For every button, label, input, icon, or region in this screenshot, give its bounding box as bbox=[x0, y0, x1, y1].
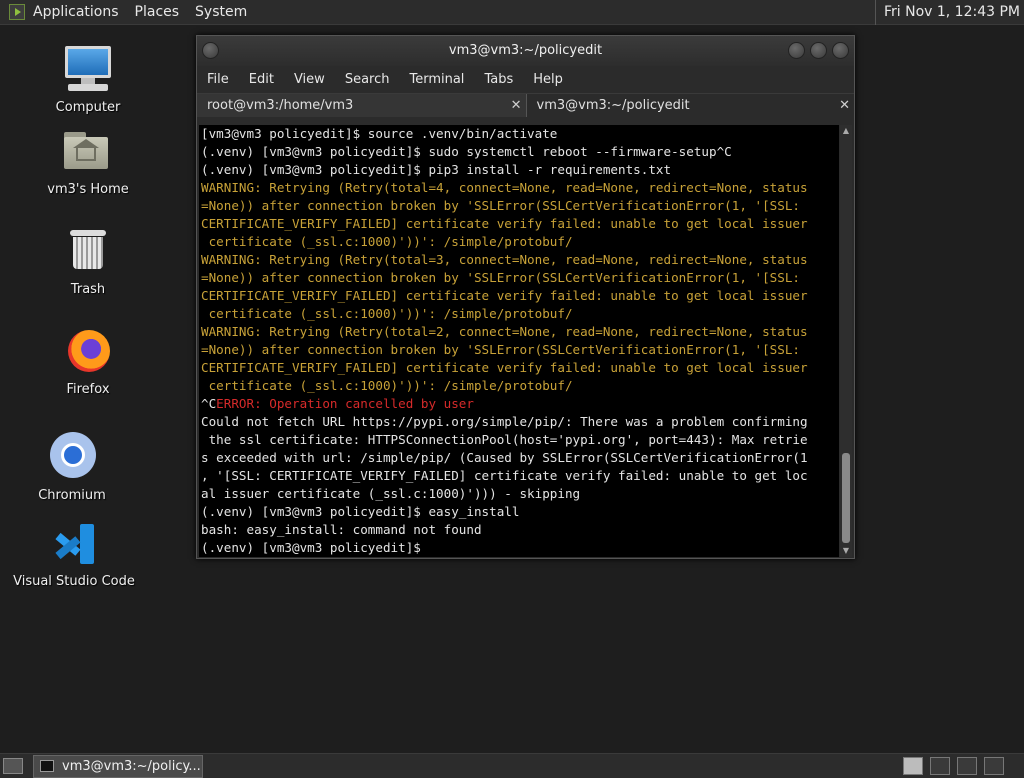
window-title: vm3@vm3:~/policyedit bbox=[448, 43, 603, 58]
desktop-icon-label: Visual Studio Code bbox=[13, 574, 135, 589]
firefox-icon bbox=[62, 326, 114, 378]
terminal-icon bbox=[40, 760, 54, 772]
terminal-line: Could not fetch URL https://pypi.org/sim… bbox=[201, 414, 808, 429]
menu-search[interactable]: Search bbox=[335, 72, 400, 87]
tab-close-icon[interactable]: ✕ bbox=[839, 94, 850, 118]
desktop-icon-chromium[interactable]: Chromium bbox=[17, 428, 127, 503]
terminal-line: bash: easy_install: command not found bbox=[201, 522, 482, 537]
window-menu-icon[interactable] bbox=[202, 42, 219, 59]
minimize-button[interactable] bbox=[788, 42, 805, 59]
terminal-line: CERTIFICATE_VERIFY_FAILED] certificate v… bbox=[201, 216, 808, 231]
tab-close-icon[interactable]: ✕ bbox=[511, 94, 522, 118]
tab-label: vm3@vm3:~/policyedit bbox=[536, 98, 690, 113]
terminal-line-segment: ^C bbox=[201, 396, 217, 411]
scroll-up-icon[interactable]: ▲ bbox=[840, 125, 852, 137]
workspace-4[interactable] bbox=[984, 757, 1004, 775]
tab-root[interactable]: root@vm3:/home/vm3 ✕ bbox=[197, 94, 526, 117]
terminal-line: [vm3@vm3 policyedit]$ source .venv/bin/a… bbox=[201, 126, 558, 141]
terminal-line: =None)) after connection broken by 'SSLE… bbox=[201, 270, 800, 285]
desktop-icon-label: Firefox bbox=[66, 382, 110, 397]
terminal-line: (.venv) [vm3@vm3 policyedit]$ pip3 insta… bbox=[201, 162, 672, 177]
terminal-line: CERTIFICATE_VERIFY_FAILED] certificate v… bbox=[201, 360, 808, 375]
terminal-scrollbar[interactable]: ▲ ▼ bbox=[840, 125, 852, 557]
desktop-icon-firefox[interactable]: Firefox bbox=[33, 326, 143, 397]
show-desktop-button[interactable] bbox=[3, 758, 23, 774]
taskbar-window-button[interactable]: vm3@vm3:~/policy... bbox=[33, 755, 203, 778]
terminal-window: vm3@vm3:~/policyedit File Edit View Sear… bbox=[196, 35, 855, 559]
maximize-button[interactable] bbox=[810, 42, 827, 59]
terminal-line: certificate (_ssl.c:1000)'))': /simple/p… bbox=[201, 306, 573, 321]
scroll-down-icon[interactable]: ▼ bbox=[840, 545, 852, 557]
chromium-icon bbox=[46, 428, 98, 484]
workspace-2[interactable] bbox=[930, 757, 950, 775]
workspace-1[interactable] bbox=[903, 757, 923, 775]
terminal-menubar: File Edit View Search Terminal Tabs Help bbox=[197, 66, 854, 93]
taskbar-window-label: vm3@vm3:~/policy... bbox=[62, 759, 201, 774]
tab-policyedit[interactable]: vm3@vm3:~/policyedit ✕ bbox=[525, 94, 854, 118]
desktop-icon-label: Trash bbox=[70, 282, 106, 297]
menu-edit[interactable]: Edit bbox=[239, 72, 284, 87]
terminal-line: ^CERROR: Operation cancelled by user bbox=[201, 395, 837, 413]
terminal-line: certificate (_ssl.c:1000)'))': /simple/p… bbox=[201, 378, 573, 393]
terminal-line: al issuer certificate (_ssl.c:1000)'))) … bbox=[201, 486, 581, 501]
desktop-icon-label: vm3's Home bbox=[47, 182, 129, 197]
menu-help[interactable]: Help bbox=[523, 72, 573, 87]
terminal-line: certificate (_ssl.c:1000)'))': /simple/p… bbox=[201, 234, 573, 249]
window-titlebar[interactable]: vm3@vm3:~/policyedit bbox=[197, 36, 854, 66]
terminal-line: WARNING: Retrying (Retry(total=2, connec… bbox=[201, 324, 808, 339]
desktop-icon-label: Chromium bbox=[38, 488, 106, 503]
tab-bar: root@vm3:/home/vm3 ✕ vm3@vm3:~/policyedi… bbox=[197, 93, 854, 117]
terminal-line: , '[SSL: CERTIFICATE_VERIFY_FAILED] cert… bbox=[201, 468, 808, 483]
home-folder-icon bbox=[62, 126, 114, 178]
desktop-icon-vscode[interactable]: Visual Studio Code bbox=[9, 518, 139, 589]
computer-icon bbox=[62, 44, 114, 96]
terminal-line: the ssl certificate: HTTPSConnectionPool… bbox=[201, 432, 808, 447]
terminal-line: =None)) after connection broken by 'SSLE… bbox=[201, 342, 800, 357]
vscode-icon bbox=[48, 518, 100, 570]
close-button[interactable] bbox=[832, 42, 849, 59]
terminal-line: WARNING: Retrying (Retry(total=3, connec… bbox=[201, 252, 808, 267]
clock[interactable]: Fri Nov 1, 12:43 PM bbox=[874, 0, 1024, 25]
terminal-line: (.venv) [vm3@vm3 policyedit]$ easy_insta… bbox=[201, 504, 520, 519]
terminal-output[interactable]: [vm3@vm3 policyedit]$ source .venv/bin/a… bbox=[199, 125, 839, 557]
desktop-icon-label: Computer bbox=[55, 100, 121, 115]
menu-file[interactable]: File bbox=[197, 72, 239, 87]
desktop-icon-home[interactable]: vm3's Home bbox=[33, 126, 143, 197]
terminal-line: WARNING: Retrying (Retry(total=4, connec… bbox=[201, 180, 808, 195]
terminal-line: =None)) after connection broken by 'SSLE… bbox=[201, 198, 800, 213]
desktop-icon-trash[interactable]: Trash bbox=[33, 226, 143, 297]
menu-places[interactable]: Places bbox=[127, 0, 188, 25]
tab-label: root@vm3:/home/vm3 bbox=[207, 98, 354, 113]
desktop-icon-computer[interactable]: Computer bbox=[33, 44, 143, 115]
terminal-line: s exceeded with url: /simple/pip/ (Cause… bbox=[201, 450, 808, 465]
menu-applications[interactable]: Applications bbox=[25, 0, 127, 25]
top-panel: Applications Places System Fri Nov 1, 12… bbox=[0, 0, 1024, 25]
menu-tabs[interactable]: Tabs bbox=[474, 72, 523, 87]
menu-system[interactable]: System bbox=[187, 0, 255, 25]
bottom-panel: vm3@vm3:~/policy... bbox=[0, 753, 1024, 778]
top-menu: Applications Places System bbox=[25, 0, 255, 24]
terminal-line: CERTIFICATE_VERIFY_FAILED] certificate v… bbox=[201, 288, 808, 303]
scrollbar-thumb[interactable] bbox=[842, 453, 850, 543]
terminal-line: (.venv) [vm3@vm3 policyedit]$ bbox=[201, 540, 429, 555]
menu-terminal[interactable]: Terminal bbox=[399, 72, 474, 87]
menu-view[interactable]: View bbox=[284, 72, 335, 87]
applications-logo-icon[interactable] bbox=[9, 4, 25, 20]
workspace-3[interactable] bbox=[957, 757, 977, 775]
terminal-line: (.venv) [vm3@vm3 policyedit]$ sudo syste… bbox=[201, 144, 732, 159]
terminal-line-segment: ERROR: Operation cancelled by user bbox=[216, 396, 474, 411]
trash-icon bbox=[62, 226, 114, 278]
